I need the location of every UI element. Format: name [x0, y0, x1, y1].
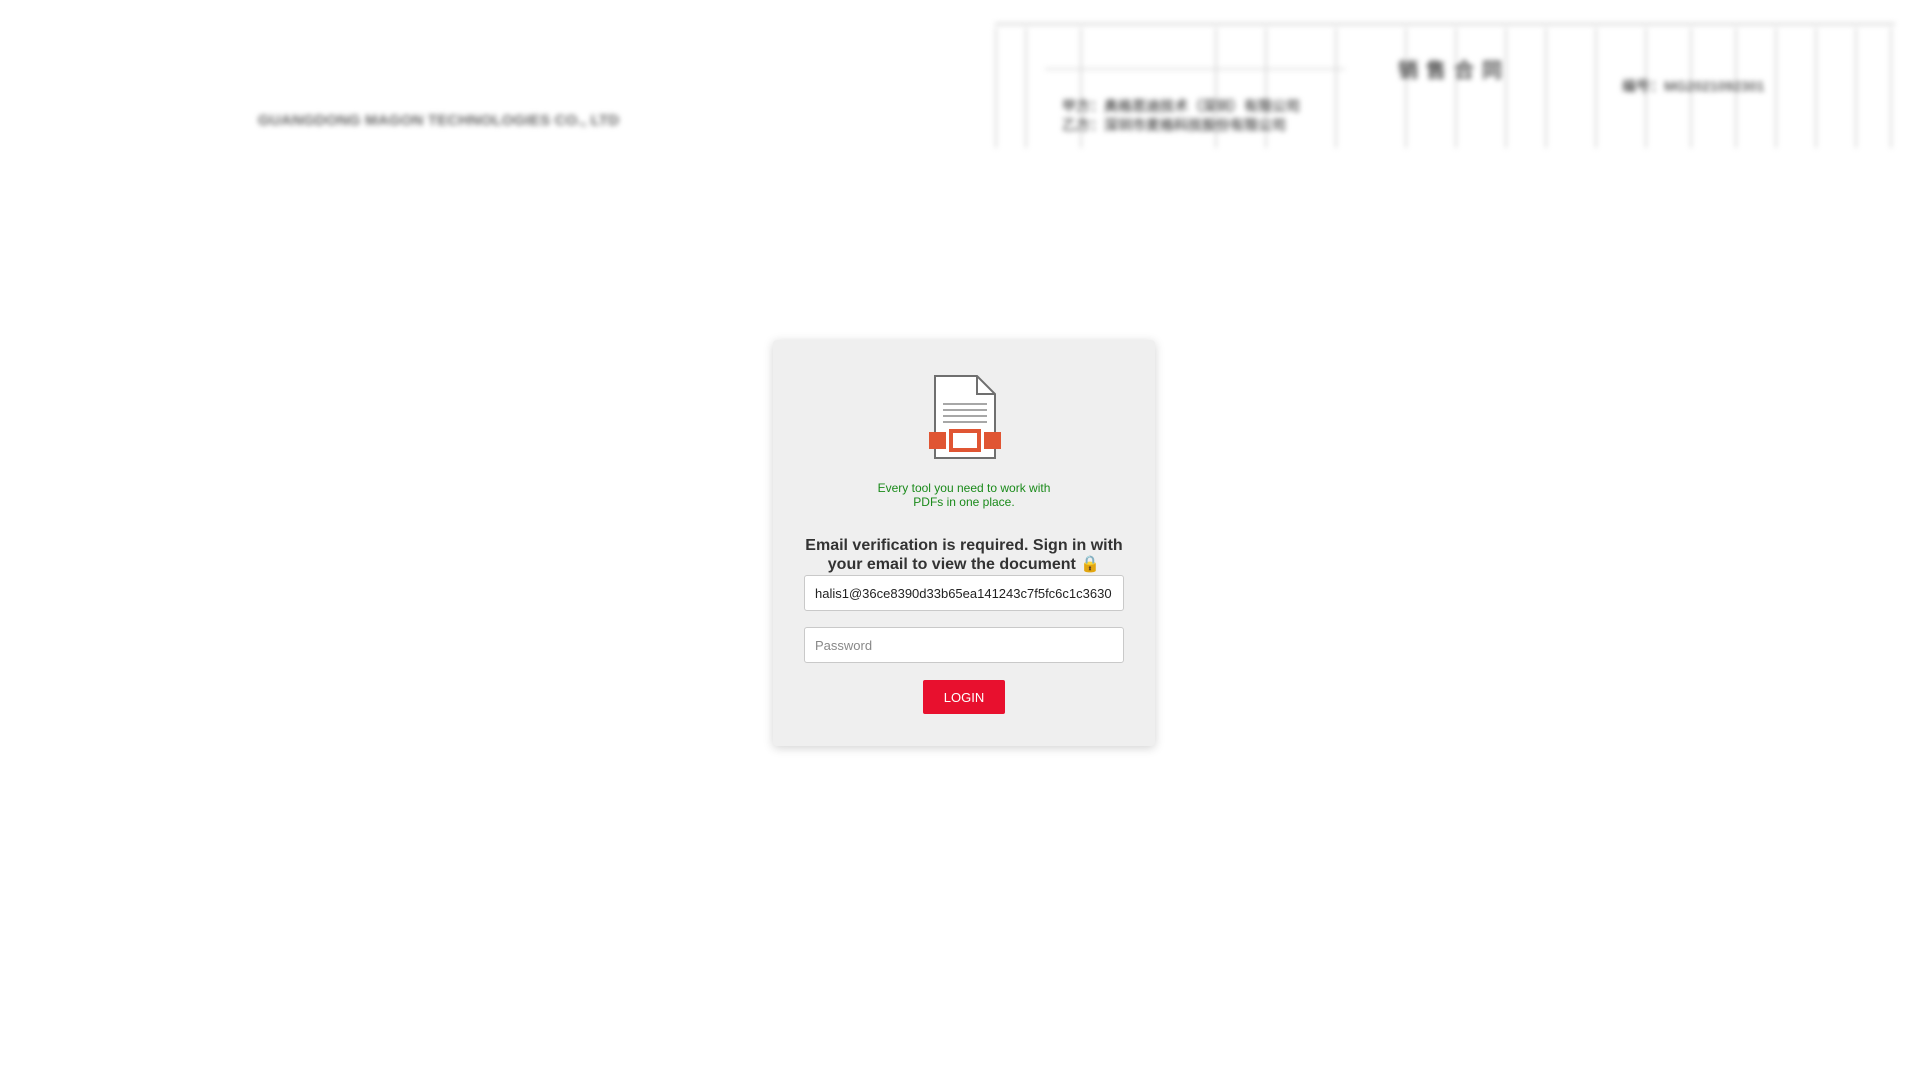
tagline: Every tool you need to work with PDFs in… [877, 481, 1051, 509]
document-party-b: 乙方：深圳市麦格科技股份有限公司 [1062, 117, 1286, 133]
pdf-document-icon [929, 375, 1001, 459]
password-field[interactable] [804, 627, 1124, 663]
login-card: Every tool you need to work with PDFs in… [773, 340, 1155, 746]
blurred-document-background: GUANGDONG MAGON TECHNOLOGIES CO., LTD 销售… [0, 0, 1920, 180]
email-field[interactable] [804, 575, 1124, 611]
document-contract-number: 编号：MG2021092301 [1622, 78, 1765, 94]
document-company-name: GUANGDONG MAGON TECHNOLOGIES CO., LTD [258, 112, 620, 129]
document-title: 销售合同 [1398, 60, 1510, 82]
page: GUANGDONG MAGON TECHNOLOGIES CO., LTD 销售… [0, 0, 1920, 1080]
verification-heading: Email verification is required. Sign in … [805, 537, 1123, 573]
login-button[interactable]: LOGIN [923, 680, 1005, 714]
document-party-a: 甲方：奥格思迪技术（深圳）有限公司 [1062, 98, 1300, 114]
